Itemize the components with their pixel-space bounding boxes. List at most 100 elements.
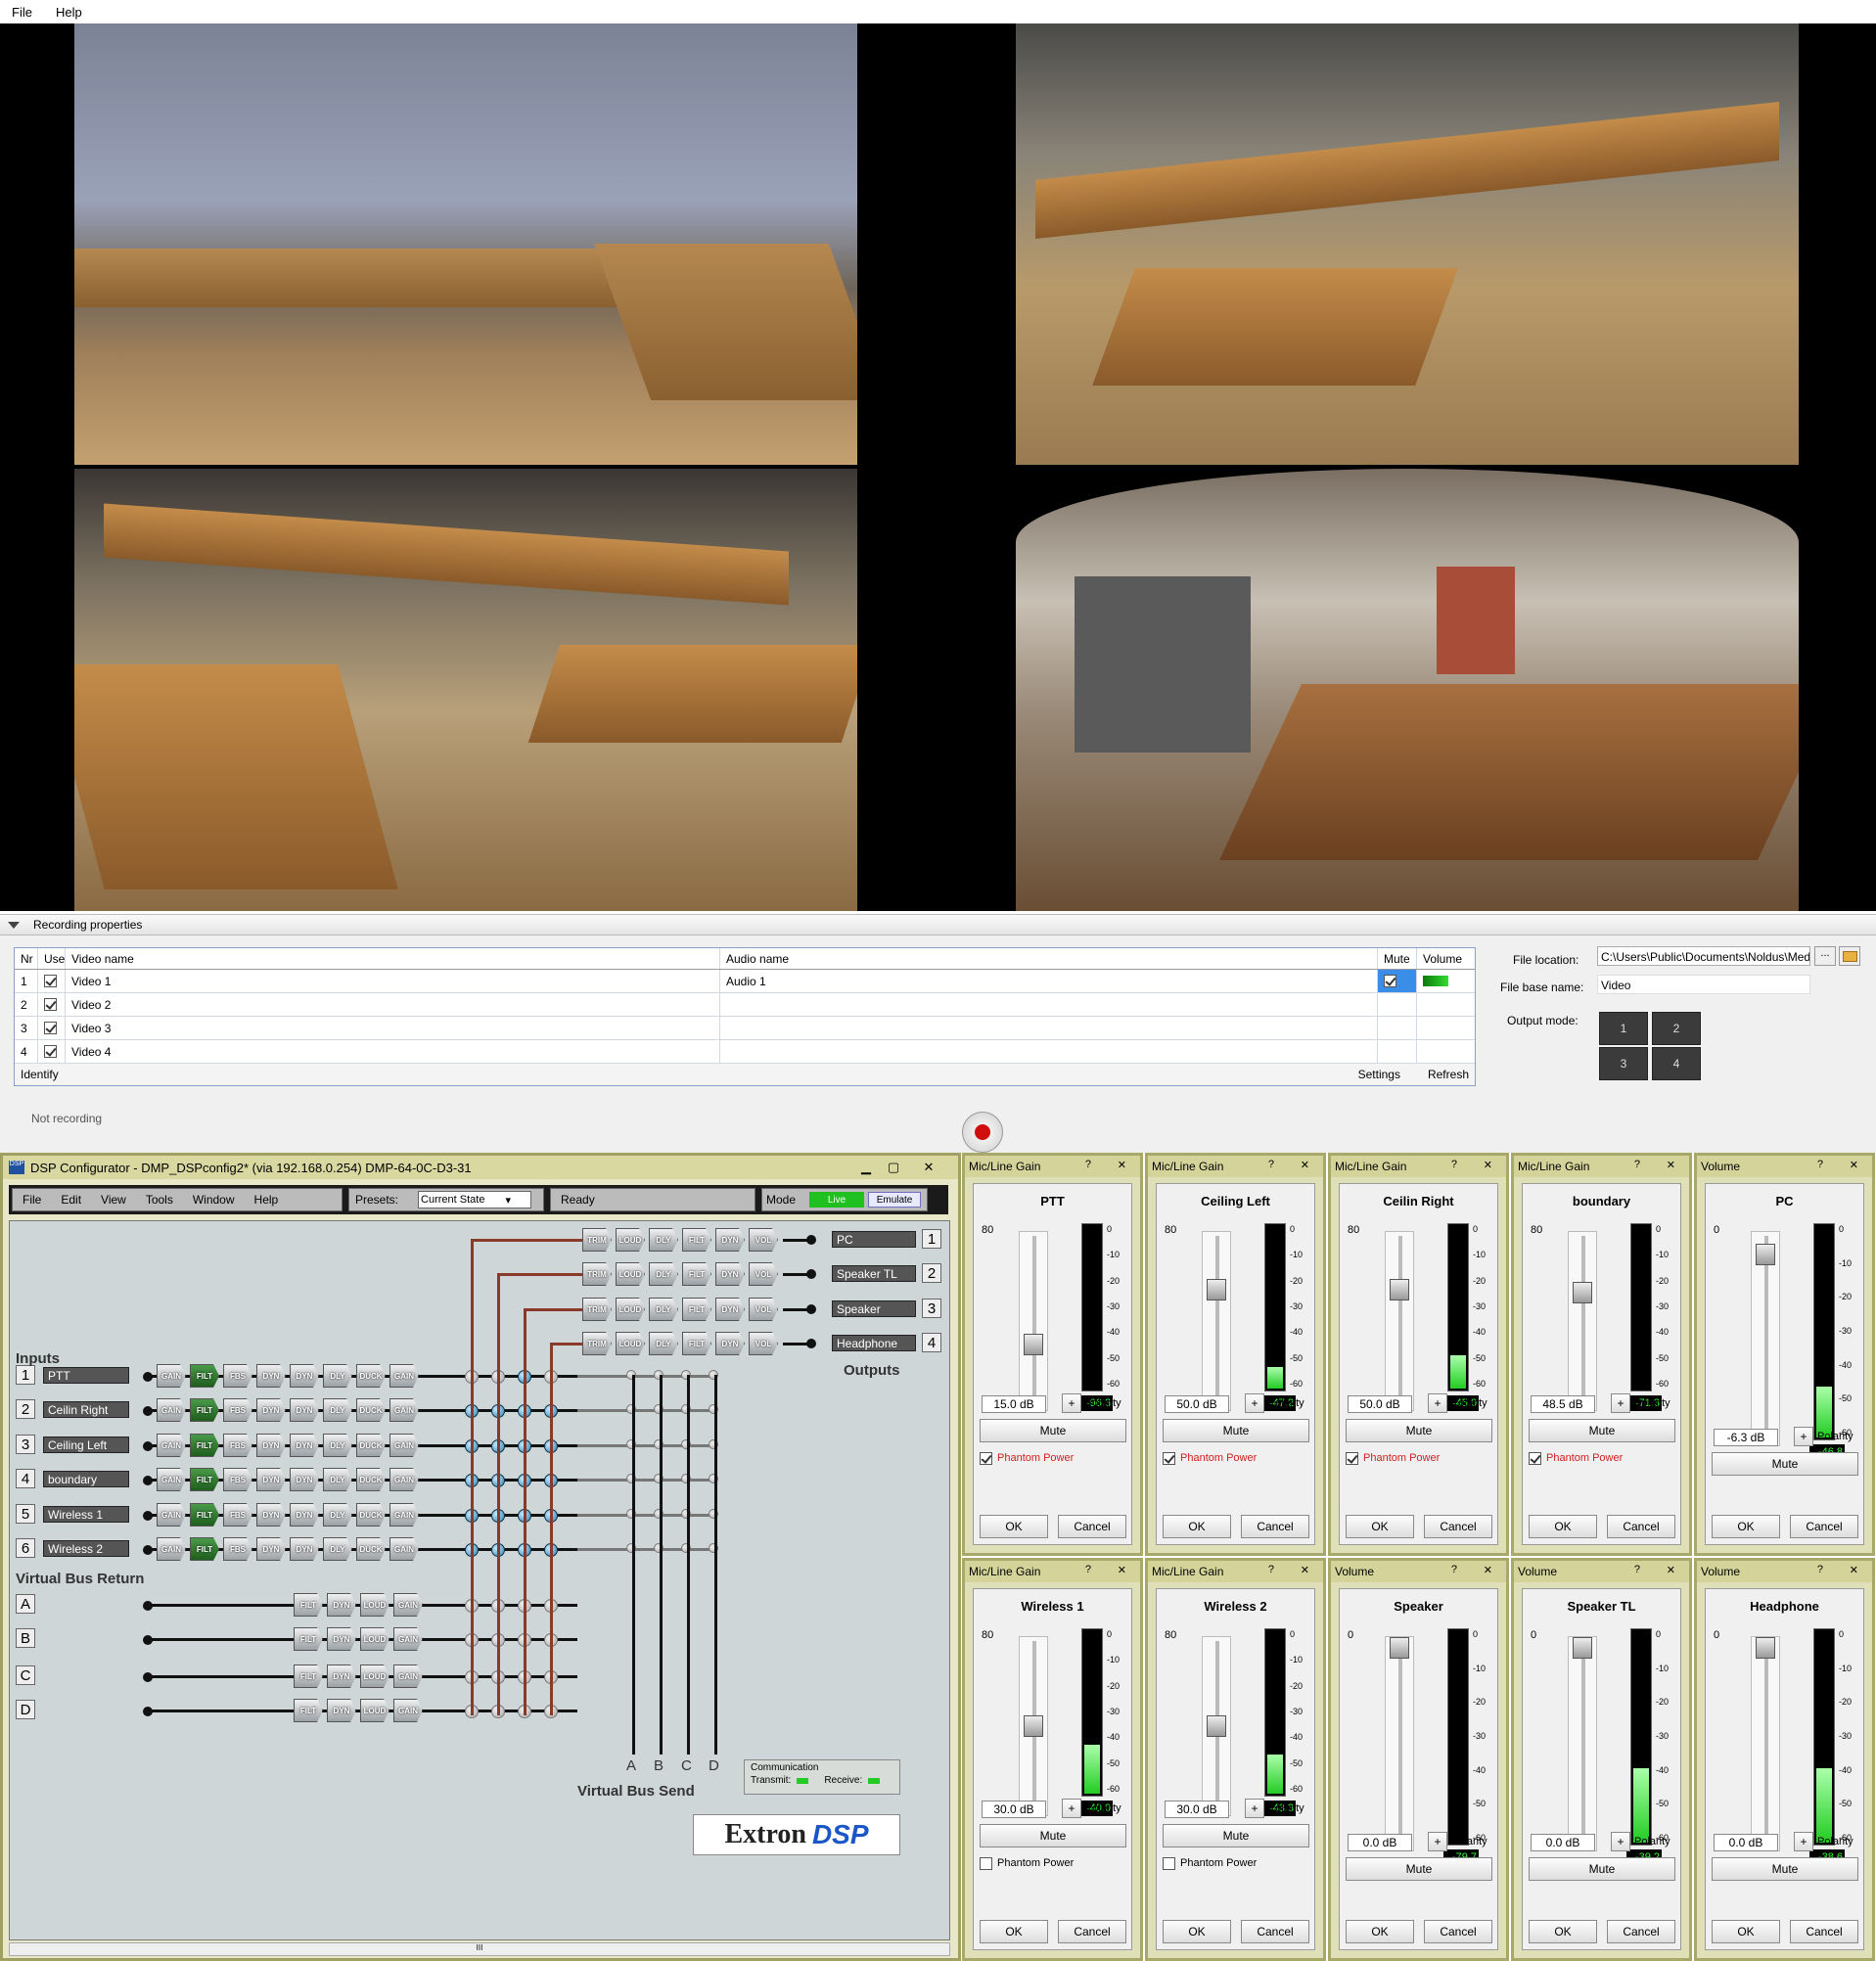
slider-thumb[interactable] — [1756, 1637, 1775, 1659]
checkbox-checked-icon[interactable] — [44, 1022, 57, 1034]
slider-thumb[interactable] — [1207, 1715, 1226, 1737]
slider-thumb[interactable] — [1390, 1279, 1409, 1300]
refresh-link[interactable]: Refresh — [1428, 1068, 1469, 1081]
output-block[interactable]: FILT — [682, 1228, 711, 1252]
input-block[interactable]: DYN — [256, 1468, 286, 1491]
phantom-power-checkbox[interactable] — [980, 1452, 992, 1465]
vbr-block[interactable]: GAIN — [393, 1699, 423, 1722]
input-block[interactable]: FILT — [190, 1364, 219, 1388]
input-block[interactable]: FBS — [223, 1398, 252, 1422]
table-row[interactable]: 3 Video 3 — [15, 1017, 1475, 1040]
cancel-button[interactable]: Cancel — [1607, 1515, 1675, 1538]
video-tile-2[interactable] — [939, 23, 1876, 465]
cancel-button[interactable]: Cancel — [1607, 1920, 1675, 1943]
input-block[interactable]: DYN — [290, 1434, 319, 1457]
menu-help[interactable]: Help — [56, 5, 82, 20]
close-icon[interactable]: ✕ — [1667, 1564, 1675, 1576]
help-icon[interactable]: ? — [1817, 1564, 1823, 1575]
maximize-button[interactable]: ▢ — [882, 1159, 905, 1176]
input-block[interactable]: DYN — [256, 1364, 286, 1388]
input-block[interactable]: DUCK — [356, 1434, 386, 1457]
input-block[interactable]: DUCK — [356, 1364, 386, 1388]
open-folder-button[interactable] — [1839, 946, 1860, 966]
mute-button[interactable]: Mute — [980, 1419, 1126, 1442]
dsp-menu-help[interactable]: Help — [254, 1193, 279, 1207]
ok-button[interactable]: OK — [980, 1515, 1048, 1538]
output-block[interactable]: TRIM — [582, 1228, 612, 1252]
collapse-triangle-icon[interactable] — [8, 921, 20, 929]
vbr-block[interactable]: LOUD — [360, 1627, 389, 1651]
output-block[interactable]: LOUD — [616, 1332, 645, 1355]
input-block[interactable]: DYN — [256, 1398, 286, 1422]
video-tile-1[interactable] — [0, 23, 935, 465]
cancel-button[interactable]: Cancel — [1790, 1920, 1858, 1943]
input-name[interactable]: Wireless 2 — [43, 1540, 129, 1557]
output-block[interactable]: DYN — [715, 1228, 745, 1252]
input-block[interactable]: DLY — [323, 1364, 352, 1388]
phantom-power-checkbox[interactable] — [1529, 1452, 1541, 1465]
file-location-input[interactable]: C:\Users\Public\Documents\Noldus\Medi — [1597, 946, 1810, 966]
input-block[interactable]: GAIN — [389, 1503, 419, 1527]
vbr-block[interactable]: FILT — [294, 1593, 323, 1617]
gain-slider[interactable] — [1202, 1231, 1231, 1411]
input-block[interactable]: FBS — [223, 1468, 252, 1491]
dsp-menu-file[interactable]: File — [23, 1193, 41, 1207]
checkbox-checked-icon[interactable] — [44, 1045, 57, 1058]
vbr-block[interactable]: FILT — [294, 1627, 323, 1651]
gain-slider[interactable] — [1019, 1636, 1048, 1816]
ok-button[interactable]: OK — [1712, 1920, 1780, 1943]
use-checkbox[interactable] — [38, 970, 66, 992]
output-block[interactable]: VOL — [749, 1298, 778, 1321]
slider-thumb[interactable] — [1573, 1637, 1592, 1659]
mode-emulate-button[interactable]: Emulate — [868, 1192, 922, 1208]
audio-name-cell[interactable]: Audio 1 — [720, 970, 1378, 992]
video-tile-3[interactable] — [0, 469, 935, 911]
cancel-button[interactable]: Cancel — [1058, 1515, 1126, 1538]
output-block[interactable]: DLY — [649, 1332, 678, 1355]
input-block[interactable]: FBS — [223, 1503, 252, 1527]
output-block[interactable]: LOUD — [616, 1228, 645, 1252]
input-block[interactable]: DLY — [323, 1468, 352, 1491]
recording-properties-header[interactable]: Recording properties — [0, 914, 1876, 935]
input-name[interactable]: Ceiling Left — [43, 1437, 129, 1453]
input-block[interactable]: GAIN — [389, 1468, 419, 1491]
table-row[interactable]: 1 Video 1 Audio 1 — [15, 970, 1475, 993]
input-block[interactable]: GAIN — [157, 1364, 186, 1388]
input-block[interactable]: FILT — [190, 1503, 219, 1527]
mute-cell[interactable] — [1378, 993, 1417, 1016]
ok-button[interactable]: OK — [1163, 1515, 1231, 1538]
input-name[interactable]: Wireless 1 — [43, 1506, 129, 1523]
ok-button[interactable]: OK — [1529, 1920, 1597, 1943]
cancel-button[interactable]: Cancel — [1058, 1920, 1126, 1943]
vbr-block[interactable]: LOUD — [360, 1699, 389, 1722]
output-mode-2[interactable]: 2 — [1652, 1012, 1701, 1045]
help-icon[interactable]: ? — [1268, 1564, 1274, 1575]
output-name[interactable]: Headphone — [832, 1335, 916, 1351]
ok-button[interactable]: OK — [980, 1920, 1048, 1943]
vbr-block[interactable]: GAIN — [393, 1593, 423, 1617]
input-block[interactable]: GAIN — [157, 1537, 186, 1561]
help-icon[interactable]: ? — [1451, 1159, 1457, 1170]
gain-slider[interactable] — [1751, 1231, 1780, 1446]
mute-button[interactable]: Mute — [1163, 1824, 1309, 1847]
horizontal-scrollbar[interactable]: III — [9, 1942, 950, 1956]
help-icon[interactable]: ? — [1085, 1564, 1091, 1575]
vbr-block[interactable]: DYN — [327, 1699, 356, 1722]
use-checkbox[interactable] — [38, 1040, 66, 1063]
help-icon[interactable]: ? — [1085, 1159, 1091, 1170]
cancel-button[interactable]: Cancel — [1241, 1920, 1309, 1943]
phantom-power-checkbox[interactable] — [1163, 1452, 1175, 1465]
output-block[interactable]: DYN — [715, 1298, 745, 1321]
phantom-power-checkbox[interactable] — [980, 1857, 992, 1870]
checkbox-checked-icon[interactable] — [44, 998, 57, 1011]
gain-slider[interactable] — [1385, 1636, 1414, 1851]
mute-cell[interactable] — [1378, 1017, 1417, 1039]
volume-cell[interactable] — [1417, 1040, 1475, 1063]
output-block[interactable]: LOUD — [616, 1262, 645, 1286]
dsp-menu-edit[interactable]: Edit — [61, 1193, 81, 1207]
input-block[interactable]: DYN — [290, 1398, 319, 1422]
close-icon[interactable]: ✕ — [1850, 1564, 1858, 1576]
input-block[interactable]: DLY — [323, 1434, 352, 1457]
input-block[interactable]: DYN — [290, 1503, 319, 1527]
gain-value[interactable]: 30.0 dB — [982, 1801, 1046, 1818]
